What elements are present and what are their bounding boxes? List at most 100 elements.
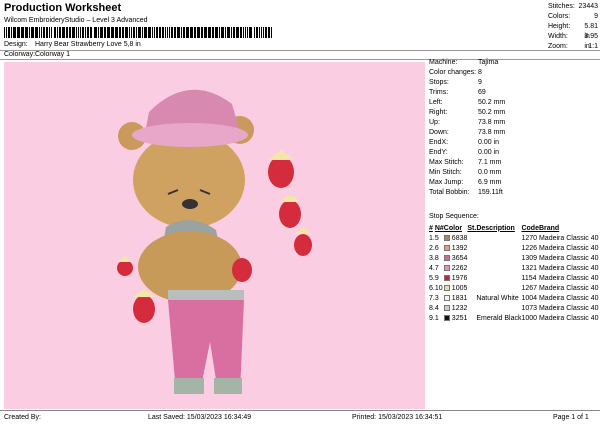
barcode-bar [98,27,99,38]
summary-value: 3.95 in [584,33,598,50]
stitch-count [467,273,476,283]
barcode-bar [11,27,12,38]
barcode-bar [17,27,20,38]
barcode-bar [142,27,143,38]
design-preview [4,62,425,409]
barcode-bar [57,27,58,38]
stop-sequence-title: Stop Sequence: [429,213,479,220]
barcode-bar [240,27,242,38]
summary-panel: Stitches: 23443 Colors: 9 Height: 5.81 in W… [548,2,598,52]
summary-value: 23443 [578,3,598,10]
last-saved: Last Saved: 15/03/2023 16:34:49 [148,414,252,421]
table-row: 4. 7 2262 1321 Madeira Classic 40 [429,263,599,273]
software-subtitle: Wilcom EmbroideryStudio – Level 3 Advanc… [4,17,148,24]
color-code: 3654 [443,253,468,263]
machine-row: EndY: 0.00 in [429,148,597,158]
machine-label: Up: [429,119,440,126]
thread-code: 1321 [521,264,538,272]
machine-value: 0.00 in [478,149,500,156]
machine-value: 159.11ft [478,189,503,196]
barcode-bar [62,27,65,38]
stitch-count [467,303,476,313]
barcode-bar [261,27,262,38]
barcode-bar [177,27,180,38]
barcode-bar [82,27,84,38]
thread-brand: Madeira Classic 40 [538,274,599,282]
color-code-text: 3654 [451,254,468,262]
needle-number: 5 [434,234,439,242]
needle-number: 7 [434,264,439,272]
thread-code: 1000 [521,314,538,322]
barcode-bar [156,27,158,38]
color-code-text: 1392 [451,244,468,252]
machine-row: Down: 73.8 mm [429,128,597,138]
machine-label: Down: [429,129,449,136]
machine-row: Max Jump: 6.9 mm [429,178,597,188]
barcode-bar [154,27,155,38]
barcode-bar [46,27,48,38]
barcode-bar [190,27,193,38]
color-code: 1232 [443,303,467,313]
stitch-count [467,313,476,323]
thread-brand: Madeira Classic 40 [538,304,599,312]
barcode-bar [215,27,218,38]
barcode-bar [144,27,147,38]
summary-label: Height: [548,23,571,30]
barcode-bar [243,27,244,38]
color-description [476,253,521,263]
stitch-count [467,233,476,243]
bear-boot [174,378,204,394]
barcode-bar [39,27,40,38]
barcode-bar [115,27,118,38]
color-code-text: 1005 [451,284,468,292]
barcode-bar [138,27,141,38]
barcode-bar [4,27,5,38]
stitch-count [467,293,476,303]
barcode-bar [254,27,255,38]
barcode-bar [6,27,7,38]
barcode-bar [259,27,260,38]
barcode-bar [197,27,200,38]
barcode-bar [107,27,110,38]
color-description [476,233,521,243]
color-code: 3251 [443,313,467,323]
stitch-count [467,243,476,253]
machine-value: 6.9 mm [478,179,502,186]
barcode [4,27,272,38]
barcode-bar [8,27,10,38]
machine-value: 50.2 mm [478,99,506,106]
table-row: 2. 6 1392 1226 Madeira Classic 40 [429,243,599,253]
barcode-bar [148,27,151,38]
barcode-bar [219,27,220,38]
col-header: Description [476,224,515,232]
barcode-bar [29,27,30,38]
stop-sequence-table: # N# Color St. Description Code Brand 1.… [429,223,599,323]
barcode-bar [221,27,224,38]
barcode-bar [165,27,166,38]
color-code-text: 1976 [451,274,468,282]
machine-value: 73.8 mm [478,129,506,136]
barcode-bar [245,27,246,38]
summary-value: 9 [594,13,598,20]
needle-number: 1 [434,314,439,322]
table-row: 1. 5 6838 1270 Madeira Classic 40 [429,233,599,243]
barcode-bar [181,27,182,38]
machine-value: 8 [478,69,482,76]
hat-brim [132,123,248,147]
barcode-bar [171,27,173,38]
barcode-bar [100,27,103,38]
summary-row-height: Height: 5.81 in [548,22,598,40]
barcode-bar [25,27,28,38]
color-swatch [443,314,450,321]
thread-brand: Madeira Classic 40 [538,294,599,302]
col-header: Code [521,224,539,232]
color-description [476,273,521,283]
thread-code: 1154 [521,274,537,282]
summary-label: Stitches: [548,3,575,10]
machine-value: 7.1 mm [478,159,502,166]
barcode-bar [78,27,79,38]
machine-row: Right: 50.2 mm [429,108,597,118]
color-description [476,283,521,293]
machine-label: Trims: [429,89,449,96]
barcode-bar [49,27,50,38]
